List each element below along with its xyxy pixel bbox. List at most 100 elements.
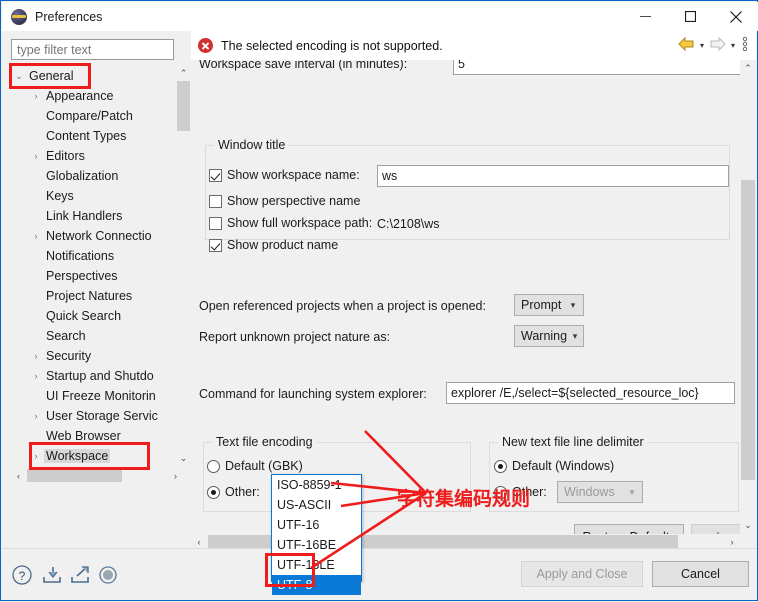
import-icon[interactable]	[41, 564, 63, 586]
line-delimiter-caption: New text file line delimiter	[498, 435, 648, 449]
sidebar-item-network-connectio[interactable]: › Network Connectio	[11, 226, 166, 246]
sidebar-item-label: Keys	[46, 189, 74, 203]
preferences-tree[interactable]: ⌄ General › Appearance Compare/Patch Content …	[11, 66, 183, 466]
sidebar-item-quick-search[interactable]: Quick Search	[11, 306, 166, 326]
command-explorer-input[interactable]: explorer /E,/select=${selected_resource_…	[446, 382, 735, 404]
dropdown-item-utf-16[interactable]: UTF-16	[272, 515, 361, 535]
encoding-other-radio[interactable]: Other:	[207, 485, 260, 499]
window-controls	[623, 2, 758, 31]
annotation-note: 字符集编码规则	[397, 488, 531, 510]
sidebar-item-label: Quick Search	[46, 309, 122, 323]
eclipse-icon	[11, 8, 27, 25]
tree-scroll-thumb[interactable]	[177, 81, 190, 131]
view-menu-icon[interactable]	[740, 36, 750, 55]
workspace-settings-form: Workspace save interval (in minutes): 5 …	[191, 60, 740, 534]
show-full-workspace-path-checkbox[interactable]: Show full workspace path:	[209, 216, 372, 230]
show-full-workspace-path-label: Show full workspace path:	[227, 216, 373, 230]
encoding-dropdown-list[interactable]: ISO-8859-1 US-ASCII UTF-16 UTF-16BE UTF-16LE…	[271, 474, 362, 595]
sidebar-item-workspace[interactable]: › Workspace	[11, 446, 166, 466]
sidebar-item-keys[interactable]: Keys	[11, 186, 166, 206]
toggle-icon[interactable]	[97, 564, 119, 586]
tree-scroll-left-icon[interactable]: ‹	[11, 468, 26, 483]
tree-hscroll-thumb[interactable]	[27, 469, 122, 482]
content-scroll-right-icon[interactable]: ›	[724, 534, 740, 549]
filter-placeholder: type filter text	[17, 42, 92, 57]
chevron-down-icon: ▾	[572, 330, 578, 341]
report-nature-value: Warning	[521, 329, 568, 343]
tree-vertical-scrollbar[interactable]: ⌃ ⌄	[176, 66, 191, 466]
show-product-name-checkbox[interactable]: Show product name	[209, 238, 338, 252]
content-scroll-left-icon[interactable]: ‹	[191, 534, 207, 549]
workspace-name-value: ws	[382, 169, 398, 183]
content-vertical-scrollbar[interactable]: ⌃ ⌄	[740, 60, 756, 534]
message-bar: The selected encoding is not supported. …	[191, 31, 756, 61]
dropdown-item-iso-8859-1[interactable]: ISO-8859-1	[272, 475, 361, 495]
dropdown-item-utf-16le[interactable]: UTF-16LE	[272, 555, 361, 575]
radio-dot	[207, 459, 220, 473]
sidebar-item-user-storage-servic[interactable]: › User Storage Servic	[11, 406, 166, 426]
minimize-icon[interactable]	[623, 2, 668, 31]
maximize-icon[interactable]	[668, 2, 713, 31]
sidebar-item-label: General	[29, 69, 74, 83]
restore-defaults-button[interactable]: Restore Defaults	[574, 524, 684, 534]
sidebar-item-content-types[interactable]: Content Types	[11, 126, 166, 146]
dialog-button-bar: ? Apply and Close Cancel	[2, 548, 756, 599]
dropdown-item-utf-8[interactable]: UTF-8	[272, 575, 361, 595]
content-scroll-thumb[interactable]	[741, 180, 755, 480]
radio-dot	[494, 459, 507, 473]
chevron-right-icon[interactable]: ›	[28, 371, 44, 381]
sidebar-item-project-natures[interactable]: Project Natures	[11, 286, 166, 306]
chevron-down-icon[interactable]: ⌄	[11, 71, 27, 82]
sidebar-item-notifications[interactable]: Notifications	[11, 246, 166, 266]
sidebar-item-search[interactable]: Search	[11, 326, 166, 346]
sidebar-item-editors[interactable]: › Editors	[11, 146, 166, 166]
sidebar-item-startup-and-shutdo[interactable]: › Startup and Shutdo	[11, 366, 166, 386]
cancel-button[interactable]: Cancel	[652, 561, 749, 587]
preferences-tree-panel: type filter text ⌄ General › Appearance Comp…	[2, 31, 191, 549]
dropdown-item-us-ascii[interactable]: US-ASCII	[272, 495, 361, 515]
delimiter-default-radio[interactable]: Default (Windows)	[494, 459, 614, 473]
chevron-right-icon[interactable]: ›	[28, 451, 44, 461]
sidebar-item-globalization[interactable]: Globalization	[11, 166, 166, 186]
sidebar-item-appearance[interactable]: › Appearance	[11, 86, 166, 106]
apply-button: App	[691, 524, 740, 534]
save-interval-input[interactable]: 5	[453, 60, 740, 75]
sidebar-item-general[interactable]: ⌄ General	[11, 66, 166, 86]
delimiter-other-combo: Windows ▾	[557, 481, 643, 503]
sidebar-item-compare-patch[interactable]: Compare/Patch	[11, 106, 166, 126]
tree-scroll-down-icon[interactable]: ⌄	[176, 451, 191, 466]
show-workspace-name-checkbox[interactable]: Show workspace name:	[209, 168, 360, 182]
export-icon[interactable]	[69, 564, 91, 586]
preferences-content-panel: The selected encoding is not supported. …	[191, 31, 756, 549]
tree-horizontal-scrollbar[interactable]: ‹ ›	[11, 468, 183, 483]
report-nature-combo[interactable]: Warning ▾	[514, 325, 584, 347]
filter-input[interactable]: type filter text	[11, 39, 174, 60]
encoding-default-radio[interactable]: Default (GBK)	[207, 459, 303, 473]
workspace-name-input[interactable]: ws	[377, 165, 729, 187]
chevron-right-icon[interactable]: ›	[28, 351, 44, 361]
tree-scroll-up-icon[interactable]: ⌃	[176, 66, 191, 81]
dropdown-item-utf-16be[interactable]: UTF-16BE	[272, 535, 361, 555]
chevron-right-icon[interactable]: ›	[28, 151, 44, 161]
back-dropdown-caret[interactable]: ▾	[697, 41, 707, 50]
help-icon[interactable]: ?	[11, 564, 33, 586]
forward-dropdown-caret[interactable]: ▾	[728, 41, 738, 50]
sidebar-item-link-handlers[interactable]: Link Handlers	[11, 206, 166, 226]
content-scroll-up-icon[interactable]: ⌃	[740, 60, 756, 77]
sidebar-item-ui-freeze-monitorin[interactable]: UI Freeze Monitorin	[11, 386, 166, 406]
content-scroll-down-icon[interactable]: ⌄	[740, 517, 756, 534]
open-referenced-combo[interactable]: Prompt ▾	[514, 294, 584, 316]
sidebar-item-security[interactable]: › Security	[11, 346, 166, 366]
open-referenced-label: Open referenced projects when a project …	[199, 299, 486, 313]
tree-scroll-right-icon[interactable]: ›	[168, 468, 183, 483]
sidebar-item-perspectives[interactable]: Perspectives	[11, 266, 166, 286]
sidebar-item-web-browser[interactable]: Web Browser	[11, 426, 166, 446]
sidebar-item-label: Globalization	[46, 169, 119, 183]
chevron-right-icon[interactable]: ›	[28, 411, 44, 421]
back-arrow-icon[interactable]	[678, 36, 695, 54]
chevron-right-icon[interactable]: ›	[28, 231, 44, 241]
show-perspective-name-checkbox[interactable]: Show perspective name	[209, 194, 360, 208]
show-perspective-name-label: Show perspective name	[227, 194, 361, 208]
close-icon[interactable]	[713, 2, 758, 31]
chevron-right-icon[interactable]: ›	[28, 91, 44, 101]
